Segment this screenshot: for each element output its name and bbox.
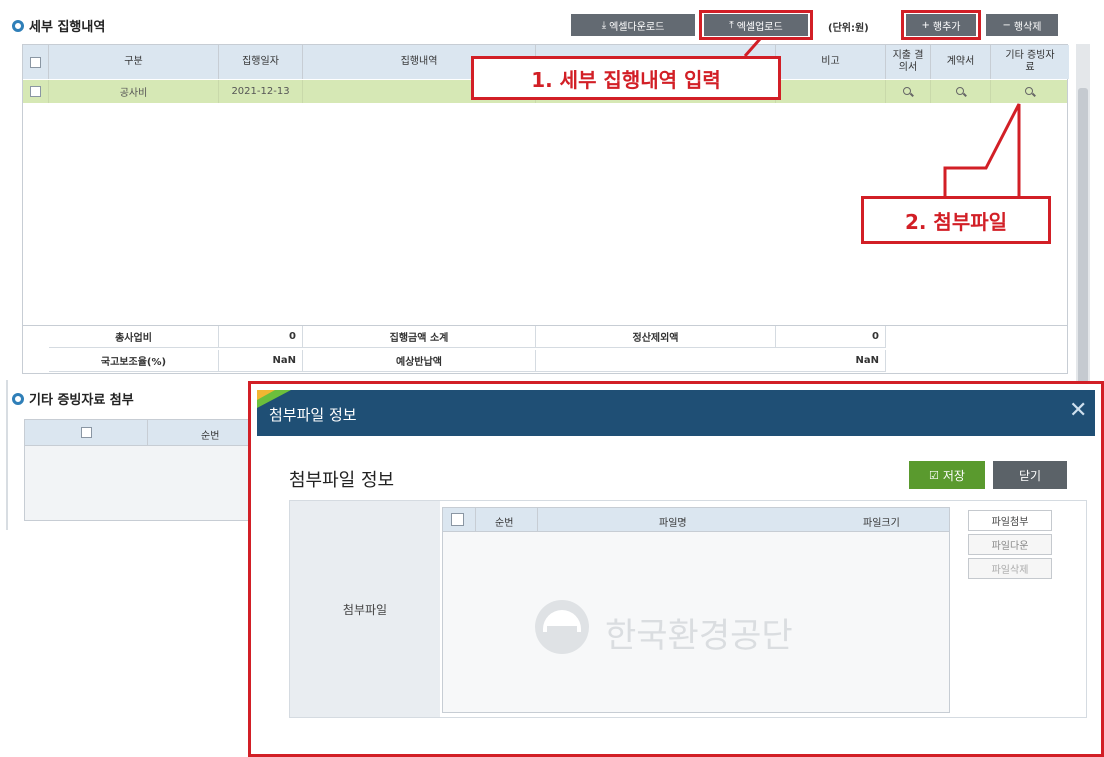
attachment-dialog: 첨부파일 정보 ✕ 첨부파일 정보 ☑ 저장 닫기 첨부파일 순번 파일명 파일크… (248, 381, 1104, 757)
col-divider (537, 508, 538, 532)
file-grid: 순번 파일명 파일크기 한국환경공단 (442, 507, 950, 713)
close-icon[interactable]: ✕ (1069, 398, 1087, 424)
file-col-size: 파일크기 (863, 518, 900, 529)
attachment-row-label: 첨부파일 (290, 501, 440, 717)
dialog-titlebar: 첨부파일 정보 ✕ (257, 390, 1095, 436)
save-button[interactable]: ☑ 저장 (909, 461, 985, 489)
dialog-bottom (251, 734, 1101, 754)
logo-stripe-yellow (257, 390, 275, 400)
screen: 세부 집행내역 ⤓ 엑셀다운로드 ⤒ 엑셀업로드 (단위:원) + 행추가 − 행삭제 … (0, 0, 1104, 757)
save-label: 저장 (942, 468, 965, 483)
save-check-icon: ☑ (929, 468, 939, 482)
dialog-heading: 첨부파일 정보 (289, 470, 395, 491)
col-divider (475, 508, 476, 532)
dialog-title: 첨부파일 정보 (269, 406, 357, 424)
close-button[interactable]: 닫기 (993, 461, 1067, 489)
file-download-button[interactable]: 파일다운 (968, 534, 1052, 555)
file-col-seq: 순번 (495, 518, 514, 529)
connector-line-2 (943, 103, 1021, 196)
file-grid-header: 순번 파일명 파일크기 (443, 508, 949, 532)
watermark-text: 한국환경공단 (605, 616, 793, 656)
file-attach-button[interactable]: 파일첨부 (968, 510, 1052, 531)
watermark-logo-bar (547, 626, 577, 640)
file-col-name: 파일명 (659, 518, 687, 529)
file-select-all-checkbox[interactable] (451, 513, 464, 526)
dialog-form: 첨부파일 순번 파일명 파일크기 한국환경공단 (289, 500, 1087, 718)
connector-line-1 (743, 38, 762, 57)
file-delete-button[interactable]: 파일삭제 (968, 558, 1052, 579)
watermark-logo (535, 600, 589, 654)
